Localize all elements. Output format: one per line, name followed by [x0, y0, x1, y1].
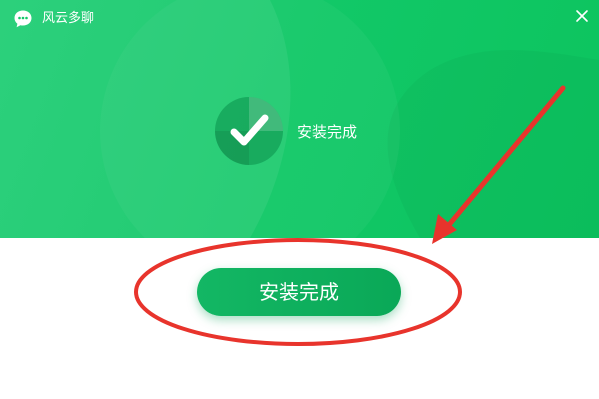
window-title: 风云多聊 [42, 11, 95, 26]
chat-bubble-icon [13, 9, 33, 29]
installer-window: 风云多聊 安装完成 安装完成 [0, 0, 599, 399]
close-button[interactable] [572, 6, 592, 26]
header-banner: 风云多聊 安装完成 [0, 0, 599, 238]
title-bar[interactable]: 风云多聊 [0, 0, 599, 36]
checkmark-icon [215, 97, 283, 165]
footer-area [0, 238, 599, 399]
success-status-icon [214, 96, 284, 166]
finish-install-button[interactable]: 安装完成 [197, 268, 401, 316]
install-complete-status: 安装完成 [297, 123, 358, 141]
close-icon [576, 10, 588, 22]
